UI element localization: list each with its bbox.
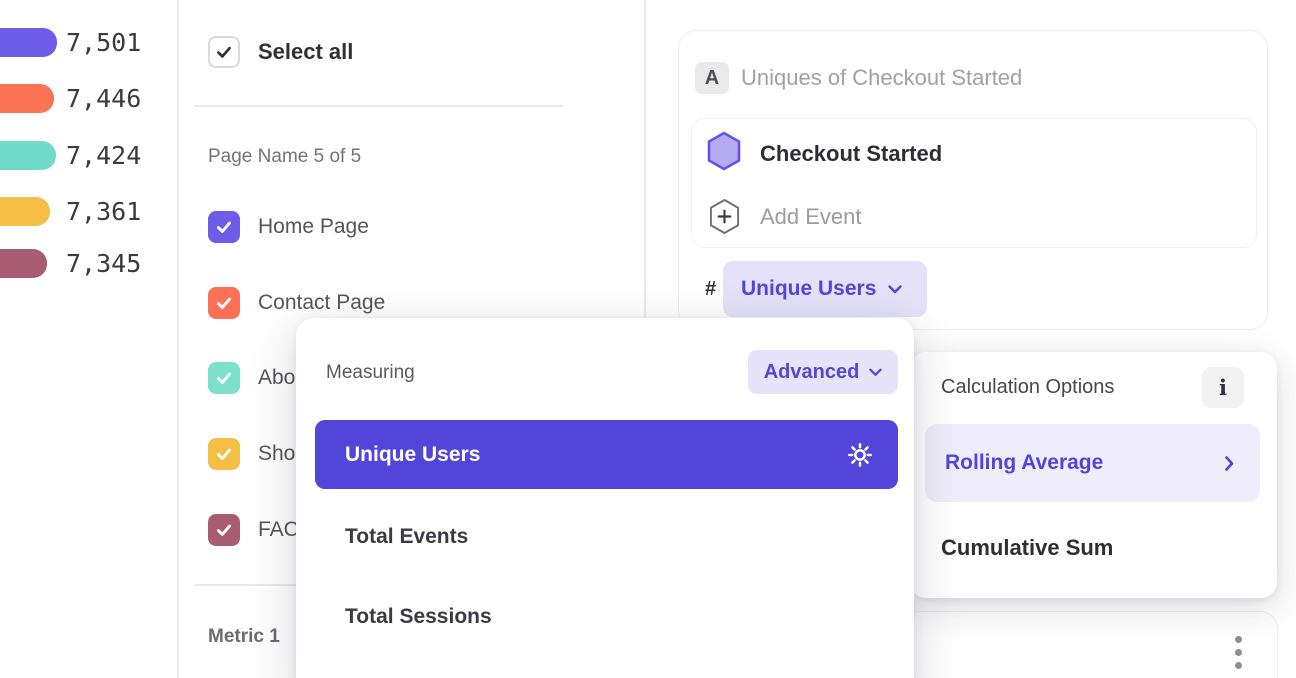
menu-item-unique-users-selected[interactable]: Unique Users xyxy=(315,420,898,489)
legend-item: 7,361 xyxy=(0,197,178,226)
kebab-dot xyxy=(1235,662,1242,669)
checkbox-faq-page[interactable] xyxy=(208,514,240,546)
check-icon xyxy=(214,520,234,540)
kebab-menu-icon[interactable] xyxy=(1235,636,1245,675)
series-value: 7,361 xyxy=(66,197,141,226)
checkbox-contact-page[interactable] xyxy=(208,287,240,319)
metric-card-a: A Uniques of Checkout Started Checkout S… xyxy=(678,30,1268,330)
checkbox-label: Contact Page xyxy=(258,287,385,319)
series-value: 7,446 xyxy=(66,84,141,113)
menu-item-label: Unique Users xyxy=(345,443,846,467)
advanced-dropdown[interactable]: Advanced xyxy=(748,350,898,394)
menu-item-total-events[interactable]: Total Events xyxy=(345,504,468,570)
kebab-dot xyxy=(1235,636,1242,643)
checkbox-label: FAC xyxy=(258,514,299,546)
checkbox-about-page[interactable] xyxy=(208,362,240,394)
metric-title-input[interactable]: Uniques of Checkout Started xyxy=(741,62,1022,94)
gear-icon[interactable] xyxy=(846,441,874,469)
menu-item-label: Rolling Average xyxy=(945,451,1225,475)
calculation-options-title: Calculation Options xyxy=(941,367,1114,407)
legend-item: 7,501 xyxy=(0,28,178,57)
checkbox-label: Abo xyxy=(258,362,295,394)
checkbox-label: Home Page xyxy=(258,211,369,243)
add-event-icon[interactable] xyxy=(708,198,741,235)
event-name[interactable]: Checkout Started xyxy=(760,134,942,174)
chevron-down-icon xyxy=(888,285,902,294)
aggregation-symbol: # xyxy=(705,275,716,303)
check-icon xyxy=(214,293,234,313)
series-bar xyxy=(0,84,54,113)
advanced-label: Advanced xyxy=(764,361,860,384)
series-value: 7,501 xyxy=(66,28,141,57)
event-card: Checkout Started Add Event xyxy=(691,118,1257,248)
series-bar xyxy=(0,28,57,57)
aggregation-value: Unique Users xyxy=(741,277,876,301)
aggregation-dropdown[interactable]: Unique Users xyxy=(723,261,927,317)
checkbox-home-page[interactable] xyxy=(208,211,240,243)
kebab-dot xyxy=(1235,649,1242,656)
check-icon xyxy=(214,42,234,62)
menu-item-rolling-average[interactable]: Rolling Average xyxy=(925,424,1260,502)
series-bar xyxy=(0,197,50,226)
legend-item: 7,446 xyxy=(0,84,178,113)
series-value: 7,345 xyxy=(66,249,141,278)
check-icon xyxy=(214,444,234,464)
select-all-checkbox[interactable] xyxy=(208,36,240,68)
select-all-label: Select all xyxy=(258,36,353,68)
legend-item: 7,345 xyxy=(0,249,178,278)
menu-item-cumulative-sum[interactable]: Cumulative Sum xyxy=(941,524,1113,572)
chevron-down-icon xyxy=(869,368,882,377)
checkbox-label: Sho xyxy=(258,438,295,470)
measuring-popup: Measuring Advanced Unique Users Total Ev… xyxy=(296,318,914,678)
series-value: 7,424 xyxy=(66,141,141,170)
metric-row-badge: A xyxy=(695,62,729,94)
calculation-options-popup: Calculation Options i Rolling Average Cu… xyxy=(910,352,1277,598)
series-bar xyxy=(0,249,47,278)
filter-group-label: Page Name 5 of 5 xyxy=(208,146,361,168)
analytics-screen: 7,501 7,446 7,424 7,361 7,345 Select all xyxy=(0,0,1296,678)
divider-horizontal xyxy=(194,105,563,107)
chevron-right-icon xyxy=(1225,456,1234,471)
check-icon xyxy=(214,368,234,388)
legend-item: 7,424 xyxy=(0,141,178,170)
checkbox-shop-page[interactable] xyxy=(208,438,240,470)
measuring-title: Measuring xyxy=(326,362,415,384)
add-event-label[interactable]: Add Event xyxy=(760,197,862,237)
check-icon xyxy=(214,217,234,237)
metric-label: Metric 1 xyxy=(208,626,280,648)
info-icon[interactable]: i xyxy=(1202,367,1244,408)
divider-vertical xyxy=(177,0,179,678)
series-bar xyxy=(0,141,56,170)
event-hexagon-icon xyxy=(706,131,742,171)
menu-item-total-sessions[interactable]: Total Sessions xyxy=(345,584,492,650)
